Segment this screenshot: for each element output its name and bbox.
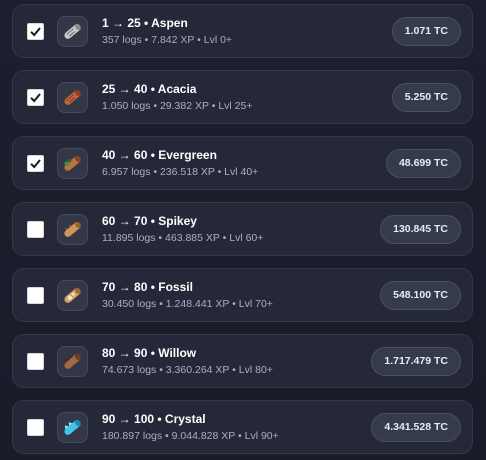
tier-row-crystal[interactable]: 90 → 100 • Crystal 180.897 logs • 9.044.… (12, 400, 473, 454)
tier-row-evergreen[interactable]: 40 → 60 • Evergreen 6.957 logs • 236.518… (12, 136, 473, 190)
tier-checkbox-spikey[interactable] (27, 221, 44, 238)
tier-price-badge: 1.071 TC (391, 17, 461, 46)
tier-checkbox-evergreen[interactable] (27, 155, 44, 172)
tier-details: 180.897 logs • 9.044.828 XP • Lvl 90+ (102, 430, 279, 442)
tier-details: 30.450 logs • 1.248.441 XP • Lvl 70+ (102, 298, 273, 310)
acacia-log-icon (57, 82, 88, 113)
tier-title: 40 → 60 • Evergreen (102, 148, 217, 162)
spikey-log-icon (57, 214, 88, 245)
tier-row-willow[interactable]: 80 → 90 • Willow 74.673 logs • 3.360.264… (12, 334, 473, 388)
tier-checkbox-acacia[interactable] (27, 89, 44, 106)
tier-details: 11.895 logs • 463.885 XP • Lvl 60+ (102, 232, 264, 244)
tier-row-aspen[interactable]: 1 → 25 • Aspen 357 logs • 7.842 XP • Lvl… (12, 4, 473, 58)
tier-row-acacia[interactable]: 25 → 40 • Acacia 1.050 logs • 29.382 XP … (12, 70, 473, 124)
tier-checkbox-willow[interactable] (27, 353, 44, 370)
tier-title: 1 → 25 • Aspen (102, 16, 188, 30)
checkmark-icon (30, 93, 41, 103)
tier-title: 25 → 40 • Acacia (102, 82, 197, 96)
log-tier-list: 1 → 25 • Aspen 357 logs • 7.842 XP • Lvl… (0, 0, 486, 460)
tier-title: 80 → 90 • Willow (102, 346, 197, 360)
tier-price-badge: 548.100 TC (380, 281, 461, 310)
tier-checkbox-fossil[interactable] (27, 287, 44, 304)
tier-title: 70 → 80 • Fossil (102, 280, 193, 294)
tier-price-badge: 5.250 TC (391, 83, 461, 112)
tier-checkbox-crystal[interactable] (27, 419, 44, 436)
checkmark-icon (30, 159, 41, 169)
willow-log-icon (57, 346, 88, 377)
tier-price-badge: 48.699 TC (385, 149, 461, 178)
tier-checkbox-aspen[interactable] (27, 23, 44, 40)
tier-price-badge: 130.845 TC (380, 215, 461, 244)
tier-details: 74.673 logs • 3.360.264 XP • Lvl 80+ (102, 364, 273, 376)
tier-details: 357 logs • 7.842 XP • Lvl 0+ (102, 34, 233, 46)
fossil-log-icon (57, 280, 88, 311)
checkmark-icon (30, 27, 41, 37)
tier-price-badge: 1.717.479 TC (371, 347, 461, 376)
tier-price-badge: 4.341.528 TC (371, 413, 461, 442)
tier-row-spikey[interactable]: 60 → 70 • Spikey 11.895 logs • 463.885 X… (12, 202, 473, 256)
crystal-log-icon (57, 412, 88, 443)
tier-details: 1.050 logs • 29.382 XP • Lvl 25+ (102, 100, 253, 112)
tier-row-fossil[interactable]: 70 → 80 • Fossil 30.450 logs • 1.248.441… (12, 268, 473, 322)
tier-title: 60 → 70 • Spikey (102, 214, 197, 228)
tier-title: 90 → 100 • Crystal (102, 412, 206, 426)
tier-details: 6.957 logs • 236.518 XP • Lvl 40+ (102, 166, 259, 178)
aspen-log-icon (57, 16, 88, 47)
evergreen-log-icon (57, 148, 88, 179)
